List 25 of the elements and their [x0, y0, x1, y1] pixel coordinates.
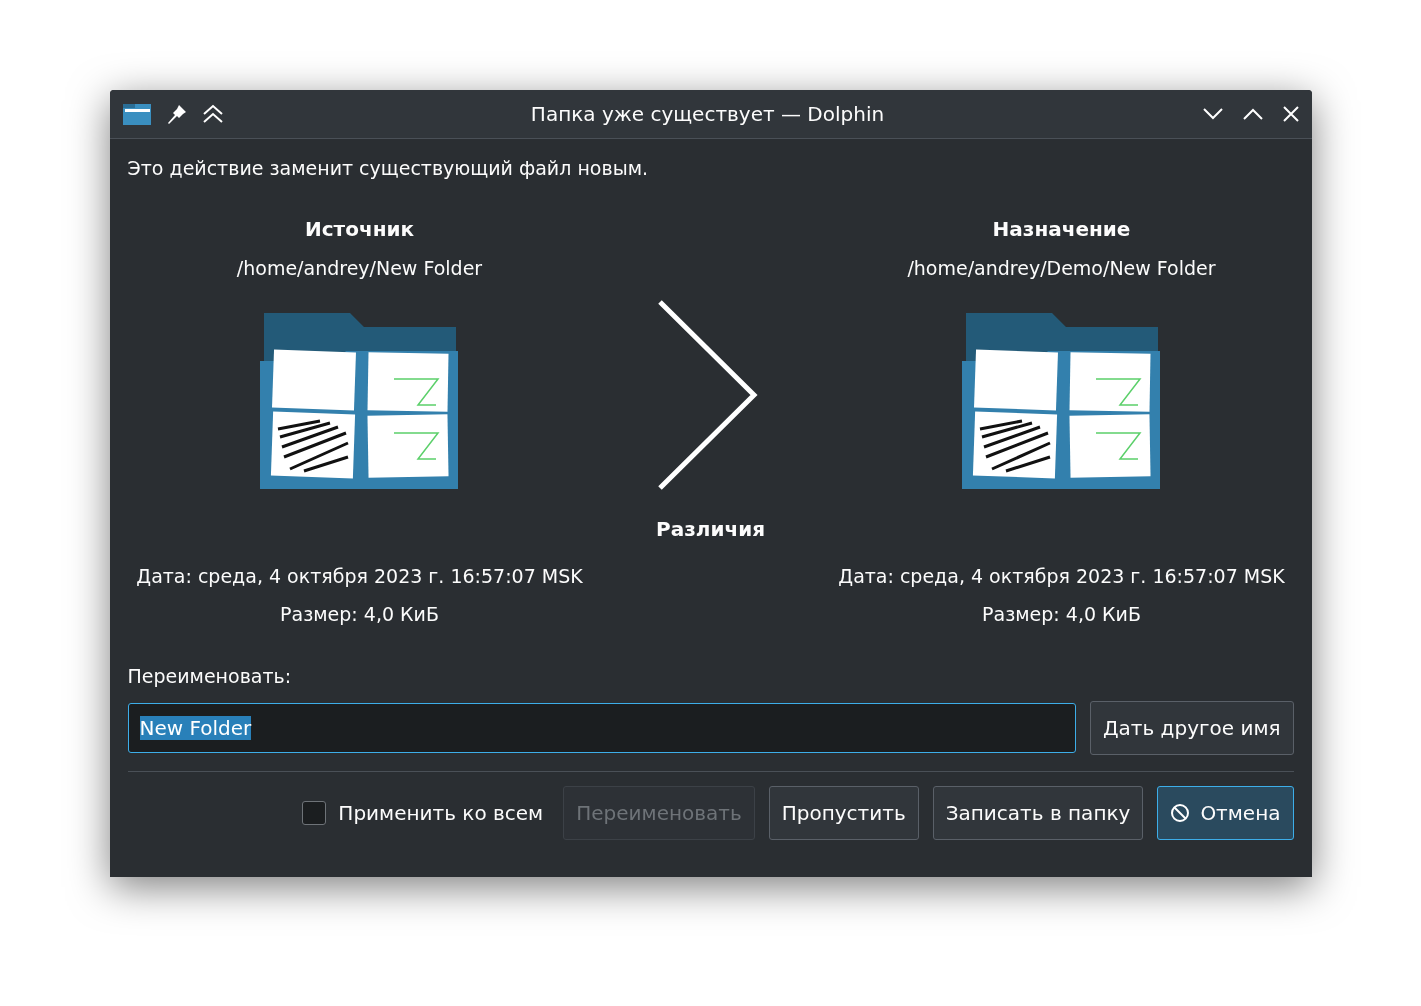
cancel-button[interactable]: Отмена [1157, 786, 1294, 840]
window-title: Папка уже существует — Dolphin [529, 102, 886, 126]
file-path: /home/andrey/Demo/New Folder [907, 257, 1216, 279]
file-size: Размер: 4,0 КиБ [280, 603, 439, 625]
panel-heading: Назначение [992, 217, 1131, 241]
dialog-button[interactable]: Записать в папку [932, 786, 1144, 840]
differences-label: Различия [656, 517, 765, 541]
minimize-icon[interactable] [1201, 107, 1224, 121]
suggest-name-button[interactable]: Дать другое имя [1089, 701, 1294, 755]
pin-icon[interactable] [165, 103, 188, 125]
close-icon[interactable] [1281, 105, 1300, 123]
file-path: /home/andrey/New Folder [236, 257, 483, 279]
file-date: Дата: среда, 4 октября 2023 г. 16:57:07 MSK [838, 565, 1285, 587]
dialog-button[interactable]: Пропустить [768, 786, 919, 840]
panel-heading: Источник [304, 217, 415, 241]
maximize-icon[interactable] [1241, 107, 1264, 121]
double-chevron-up-icon[interactable] [201, 104, 224, 124]
rename-label: Переименовать: [127, 665, 293, 687]
file-date: Дата: среда, 4 октября 2023 г. 16:57:07 MSK [136, 565, 583, 587]
checkbox[interactable] [302, 801, 327, 825]
checkbox-label[interactable]: Применить ко всем [338, 801, 544, 825]
folder-icon [121, 102, 152, 126]
warning-message: Это действие заменит существующий файл новым. [127, 157, 649, 179]
file-size: Размер: 4,0 КиБ [982, 603, 1141, 625]
cancel-icon [1170, 803, 1191, 823]
